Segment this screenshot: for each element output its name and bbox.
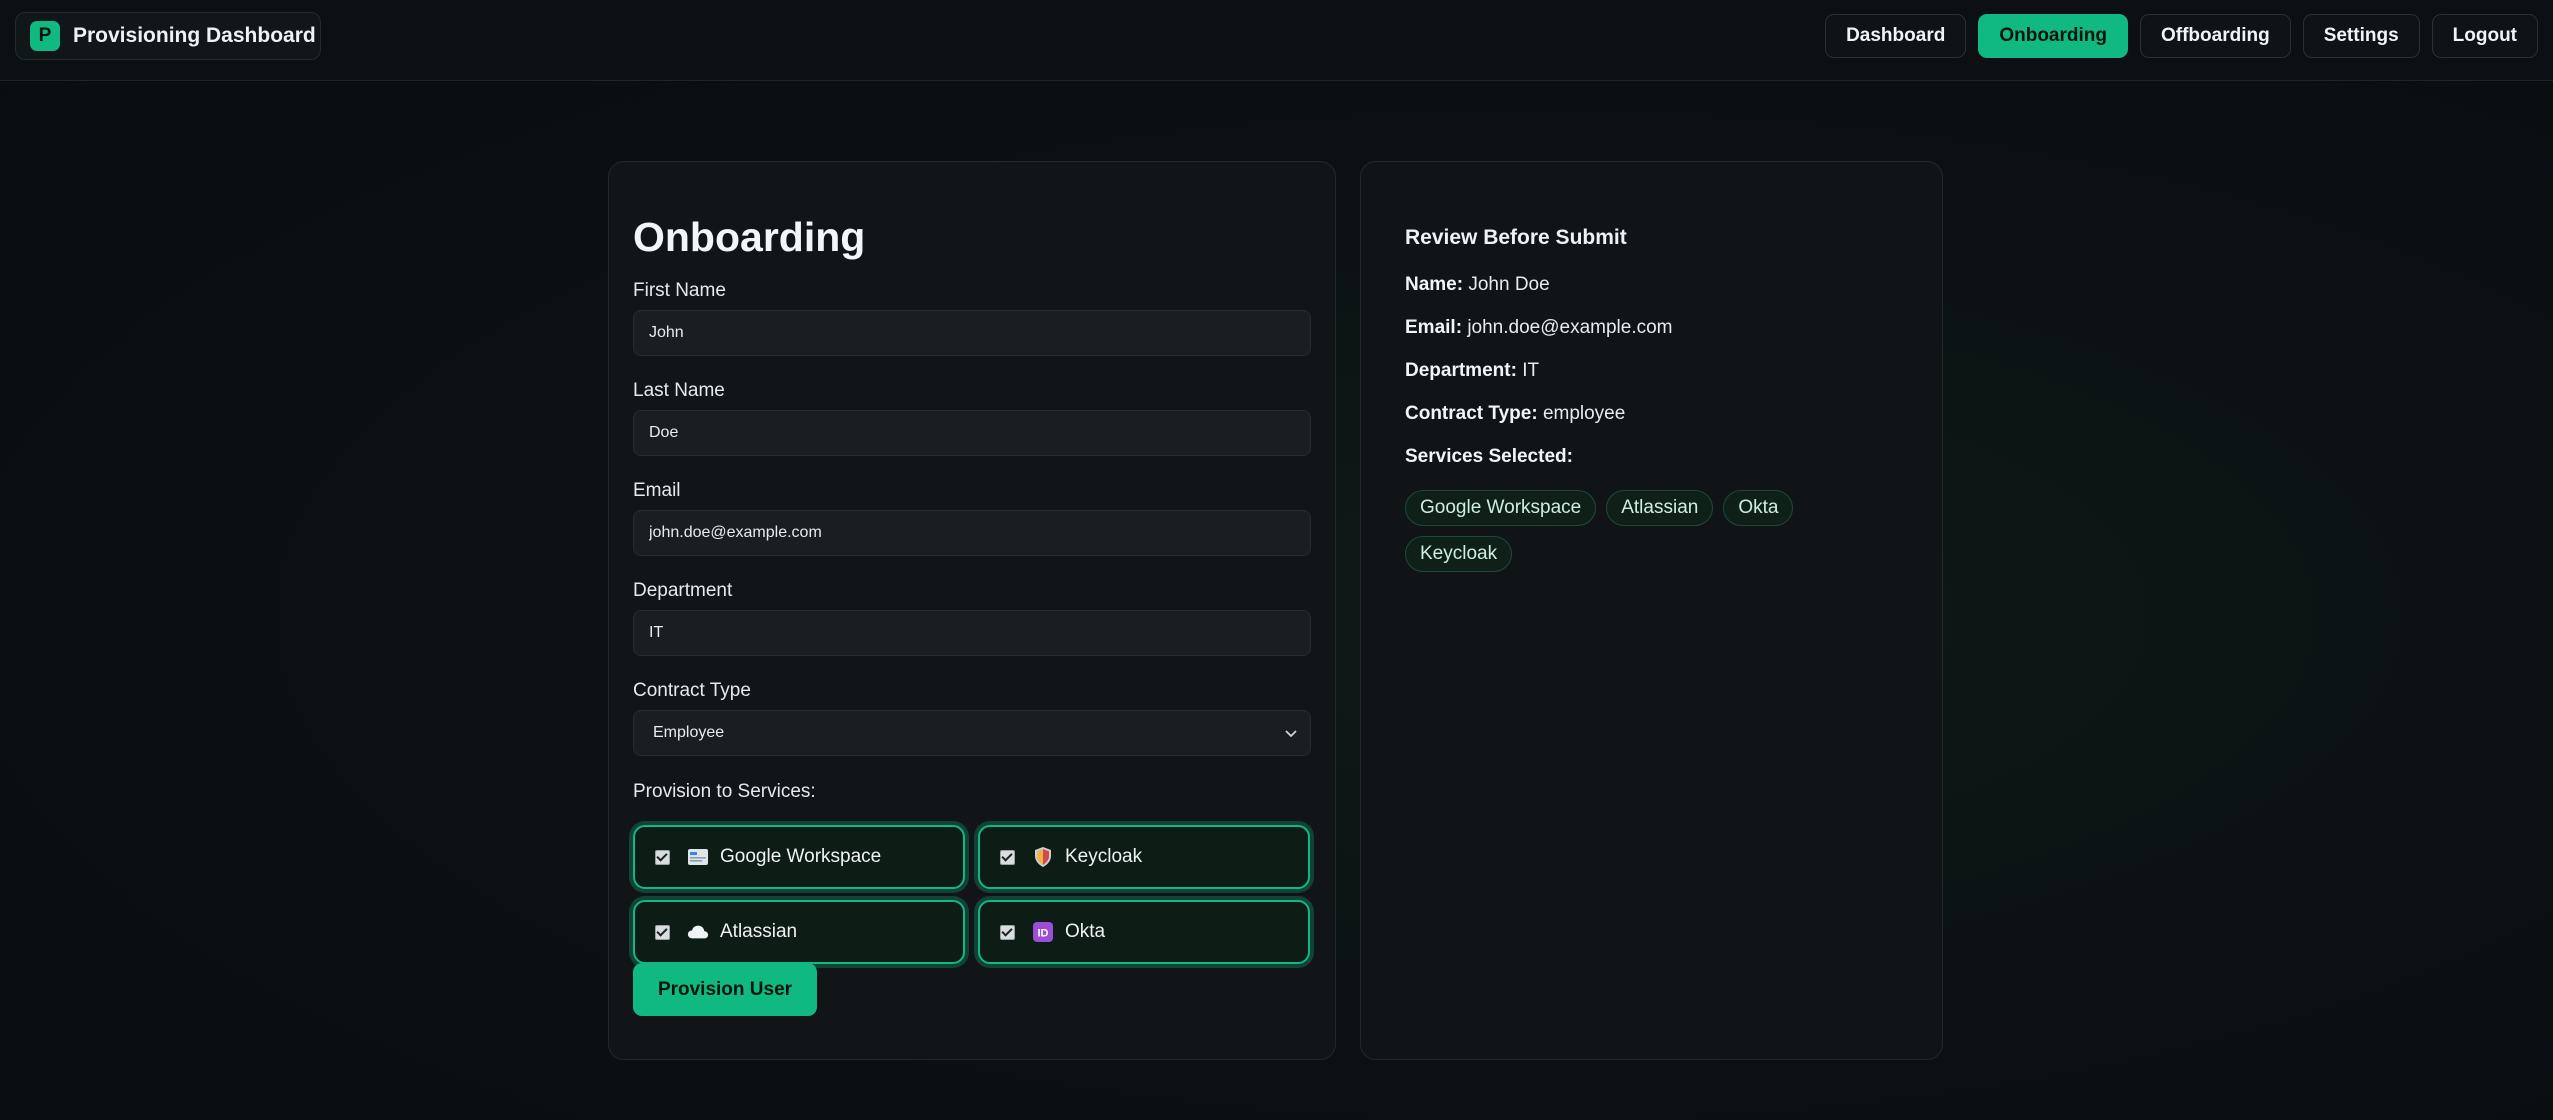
review-department-label: Department: [1405,360,1523,381]
review-name-value: John Doe [1468,274,1550,295]
review-department-value: IT [1522,360,1540,381]
review-email-label: Email: [1405,317,1468,338]
nav-onboarding-button[interactable]: Onboarding [1978,14,2128,58]
service-chip: Okta [1723,490,1794,526]
review-department-row: Department: IT [1405,360,1539,382]
app-title: Provisioning Dashboard [73,24,316,47]
service-label: Google Workspace [720,846,882,867]
service-google-workspace[interactable]: Google Workspace [633,825,965,889]
contract-type-select[interactable]: Employee [633,710,1311,756]
nav-settings-button[interactable]: Settings [2302,14,2420,58]
keycloak-checkbox[interactable] [1000,849,1015,865]
id-icon: ID [1032,921,1054,943]
review-title: Review Before Submit [1405,226,1627,249]
service-label: Okta [1065,921,1106,942]
shield-icon [1032,846,1054,868]
cloud-icon [687,921,709,943]
department-field[interactable] [633,610,1311,656]
department-label: Department [633,580,733,601]
nav-offboarding-button[interactable]: Offboarding [2139,14,2291,58]
review-contract-label: Contract Type: [1405,403,1543,424]
service-atlassian[interactable]: Atlassian [633,900,965,964]
contract-type-label: Contract Type [633,680,751,701]
review-email-row: Email: john.doe@example.com [1405,317,1673,339]
service-label: Keycloak [1065,846,1143,867]
brand[interactable]: P Provisioning Dashboard [15,12,321,60]
services-label: Provision to Services: [633,781,816,802]
onboarding-form-card: Onboarding First Name Last Name Email De… [608,161,1336,1060]
main-nav: Dashboard Onboarding Offboarding Setting… [1825,14,2538,58]
atlassian-checkbox[interactable] [655,924,670,940]
review-name-label: Name: [1405,274,1469,295]
review-email-value: john.doe@example.com [1467,317,1673,338]
review-card: Review Before Submit Name: John Doe Emai… [1360,161,1943,1060]
contract-type-value: Employee [653,724,725,741]
nav-logout-button[interactable]: Logout [2431,14,2538,58]
top-bar: P Provisioning Dashboard Dashboard Onboa… [0,0,2553,81]
nav-dashboard-button[interactable]: Dashboard [1825,14,1967,58]
service-chip: Atlassian [1606,490,1714,526]
okta-checkbox[interactable] [1000,924,1015,940]
review-contract-row: Contract Type: employee [1405,403,1625,425]
email-field[interactable] [633,510,1311,556]
review-services-row: Services Selected: [1405,446,1573,468]
service-label: Atlassian [720,921,798,942]
service-okta[interactable]: ID Okta [978,900,1310,964]
provision-user-button[interactable]: Provision User [633,963,817,1016]
google-workspace-checkbox[interactable] [655,849,670,865]
review-name-row: Name: John Doe [1405,274,1550,296]
service-chip: Keycloak [1405,536,1513,572]
review-services-label: Services Selected: [1405,446,1573,467]
last-name-field[interactable] [633,410,1311,456]
app-logo: P [30,21,60,51]
selected-services-chips: Google Workspace Atlassian Okta Keycloak [1405,490,1825,572]
review-contract-value: employee [1542,403,1626,424]
service-chip: Google Workspace [1405,490,1597,526]
workspace-icon [687,846,709,868]
last-name-label: Last Name [633,380,725,401]
first-name-label: First Name [633,280,726,301]
svg-text:ID: ID [1038,928,1049,940]
service-keycloak[interactable]: Keycloak [978,825,1310,889]
first-name-field[interactable] [633,310,1311,356]
chevron-down-icon [1285,725,1297,741]
page-title: Onboarding [633,214,866,260]
email-label: Email [633,480,681,501]
